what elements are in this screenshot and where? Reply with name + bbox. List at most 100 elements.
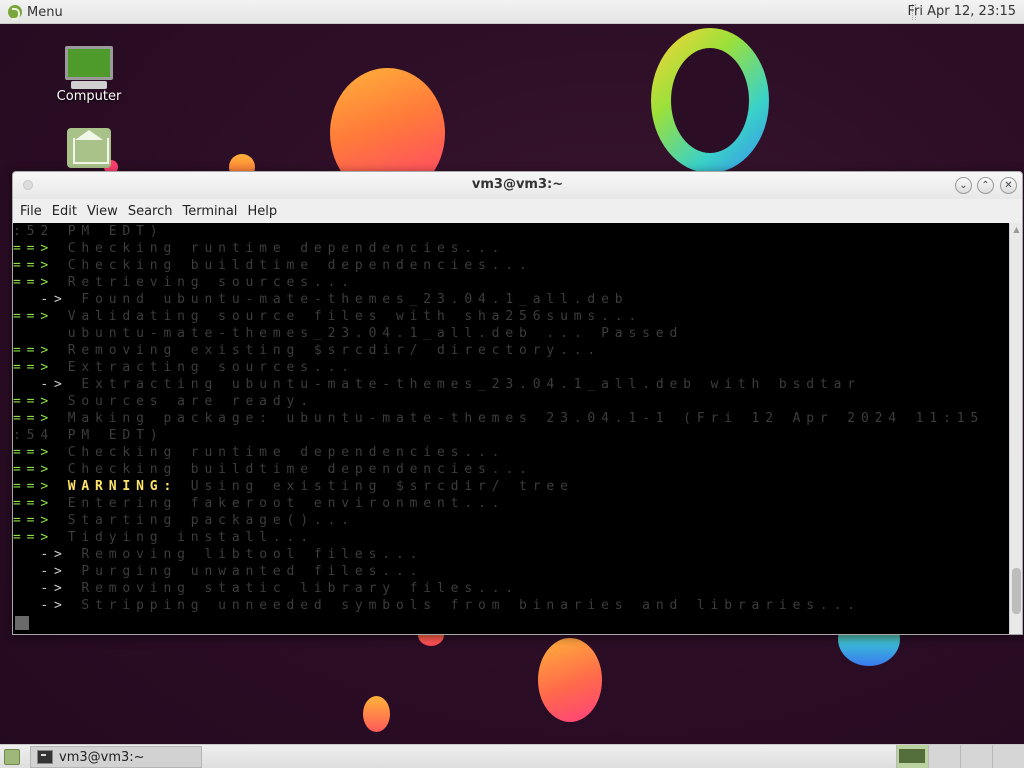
- menu-view[interactable]: View: [83, 204, 122, 219]
- wallpaper-blob: [363, 696, 390, 732]
- workspace-4[interactable]: [992, 745, 1024, 768]
- desktop-icon-computer[interactable]: Computer: [49, 46, 129, 104]
- terminal-line-text: Checking runtime dependencies...: [54, 241, 506, 256]
- minimize-button[interactable]: ⌄: [955, 177, 972, 194]
- terminal-line: :52 PM EDT): [13, 223, 984, 240]
- terminal-line-prefix: ->: [13, 581, 68, 596]
- terminal-line: ==> Entering fakeroot environment...: [13, 495, 984, 512]
- workspace-3[interactable]: [960, 745, 992, 768]
- terminal-line-text: Extracting sources...: [54, 360, 355, 375]
- terminal-window: vm3@vm3:~ ⌄ ⌃ ✕ File Edit View Search Te…: [12, 171, 1023, 635]
- terminal-line: ==> Sources are ready.: [13, 393, 984, 410]
- terminal-line: ==> Checking buildtime dependencies...: [13, 257, 984, 274]
- terminal-line: -> Found ubuntu-mate-themes_23.04.1_all.…: [13, 291, 984, 308]
- terminal-line-text: Using existing $srcdir/ tree: [177, 479, 574, 494]
- terminal-line-text: Checking runtime dependencies...: [54, 445, 506, 460]
- terminal-line-prefix: ==>: [13, 258, 55, 273]
- menu-terminal[interactable]: Terminal: [178, 204, 241, 219]
- clock[interactable]: Fri Apr 12, 23:15: [903, 2, 1020, 22]
- wallpaper-ring: [651, 28, 769, 173]
- top-panel: Menu Fri Apr 12, 23:15: [0, 0, 1024, 24]
- menu-search[interactable]: Search: [124, 204, 177, 219]
- terminal-icon: [37, 750, 53, 764]
- terminal-scrollbar[interactable]: ▲: [1009, 223, 1022, 634]
- taskbar-item-terminal[interactable]: vm3@vm3:~: [30, 746, 202, 768]
- workspace-2[interactable]: [928, 745, 960, 768]
- close-button[interactable]: ✕: [1000, 177, 1017, 194]
- terminal-line-text: Making package: ubuntu-mate-themes 23.04…: [54, 411, 985, 426]
- terminal-line: :54 PM EDT): [13, 427, 984, 444]
- desktop-icon-label: Computer: [56, 89, 122, 104]
- terminal-output[interactable]: :52 PM EDT) ==> Checking runtime dependen…: [13, 223, 1010, 634]
- terminal-line-text: Extracting ubuntu-mate-themes_23.04.1_al…: [67, 377, 861, 392]
- terminal-line-prefix: ==>: [13, 445, 55, 460]
- menubar: File Edit View Search Terminal Help: [13, 199, 1022, 223]
- maximize-button[interactable]: ⌃: [977, 177, 994, 194]
- terminal-line-prefix: ==>: [13, 530, 55, 545]
- terminal-line-text: Checking buildtime dependencies...: [54, 462, 533, 477]
- terminal-line-prefix: ==>: [13, 462, 55, 477]
- terminal-line: ==> Extracting sources...: [13, 359, 984, 376]
- workspace-switcher: [896, 745, 1024, 768]
- terminal-line-prefix: ==>: [13, 513, 55, 528]
- terminal-line: -> Extracting ubuntu-mate-themes_23.04.1…: [13, 376, 984, 393]
- terminal-line-prefix: ==>: [13, 394, 55, 409]
- terminal-line: -> Removing libtool files...: [13, 546, 984, 563]
- terminal-line-text: :54 PM EDT): [13, 428, 164, 443]
- terminal-line-prefix: ->: [13, 598, 68, 613]
- terminal-line: -> Purging unwanted files...: [13, 563, 984, 580]
- terminal-line-text: ubuntu-mate-themes_23.04.1_all.deb ... P…: [13, 326, 684, 341]
- main-menu-label: Menu: [27, 4, 63, 20]
- menu-edit[interactable]: Edit: [48, 204, 81, 219]
- terminal-line: ==> Checking runtime dependencies...: [13, 240, 984, 257]
- bottom-panel: vm3@vm3:~: [0, 744, 1024, 768]
- terminal-line: ==> Removing existing $srcdir/ directory…: [13, 342, 984, 359]
- terminal-line: ==> Starting package()...: [13, 512, 984, 529]
- terminal-line-text: Purging unwanted files...: [67, 564, 424, 579]
- terminal-line: -> Stripping unneeded symbols from binar…: [13, 597, 984, 614]
- terminal-line-prefix: ==>: [13, 496, 55, 511]
- terminal-lines: :52 PM EDT) ==> Checking runtime dependen…: [13, 223, 984, 614]
- terminal-line-prefix: ==>: [13, 241, 55, 256]
- menu-file[interactable]: File: [16, 204, 46, 219]
- terminal-line: ==> Retrieving sources...: [13, 274, 984, 291]
- terminal-line-text: Removing existing $srcdir/ directory...: [54, 343, 602, 358]
- terminal-line: ==> Checking runtime dependencies...: [13, 444, 984, 461]
- terminal-line-text: Stripping unneeded symbols from binaries…: [67, 598, 861, 613]
- terminal-line: ==> WARNING: Using existing $srcdir/ tre…: [13, 478, 984, 495]
- terminal-line-text: Tidying install...: [54, 530, 314, 545]
- terminal-line-prefix: ->: [13, 292, 68, 307]
- terminal-line-prefix: ->: [13, 564, 68, 579]
- terminal-line-prefix: ->: [13, 377, 68, 392]
- wallpaper-blob: [538, 638, 602, 722]
- terminal-line-prefix: ==>: [13, 343, 55, 358]
- terminal-line-text: Validating source files with sha256sums.…: [54, 309, 643, 324]
- terminal-line-prefix: ==>: [13, 411, 55, 426]
- mate-logo-icon: [8, 5, 22, 20]
- terminal-line-text: Sources are ready.: [54, 394, 314, 409]
- main-menu-button[interactable]: Menu: [4, 2, 67, 22]
- terminal-line-text: Retrieving sources...: [54, 275, 355, 290]
- terminal-cursor: [15, 616, 29, 630]
- terminal-line: ==> Tidying install...: [13, 529, 984, 546]
- desktop-icon-home[interactable]: [49, 128, 129, 168]
- scrollbar-thumb[interactable]: [1012, 568, 1021, 614]
- terminal-line: ubuntu-mate-themes_23.04.1_all.deb ... P…: [13, 325, 984, 342]
- scroll-up-icon[interactable]: ▲: [1011, 225, 1022, 235]
- window-titlebar[interactable]: vm3@vm3:~ ⌄ ⌃ ✕: [13, 172, 1022, 199]
- terminal-line-text: Removing static library files...: [67, 581, 520, 596]
- terminal-line: ==> Checking buildtime dependencies...: [13, 461, 984, 478]
- home-folder-icon: [67, 128, 111, 168]
- menu-help[interactable]: Help: [243, 204, 281, 219]
- terminal-line: -> Removing static library files...: [13, 580, 984, 597]
- terminal-line-text: Removing libtool files...: [67, 547, 424, 562]
- window-title: vm3@vm3:~: [471, 177, 564, 192]
- workspace-1[interactable]: [896, 745, 928, 768]
- terminal-line-prefix: ==>: [13, 275, 55, 290]
- terminal-warning-label: WARNING:: [54, 479, 178, 494]
- terminal-line-text: :52 PM EDT): [13, 224, 164, 239]
- show-desktop-button[interactable]: [4, 749, 20, 765]
- terminal-line-text: Starting package()...: [54, 513, 355, 528]
- terminal-line-prefix: ==>: [13, 360, 55, 375]
- computer-icon: [65, 46, 113, 80]
